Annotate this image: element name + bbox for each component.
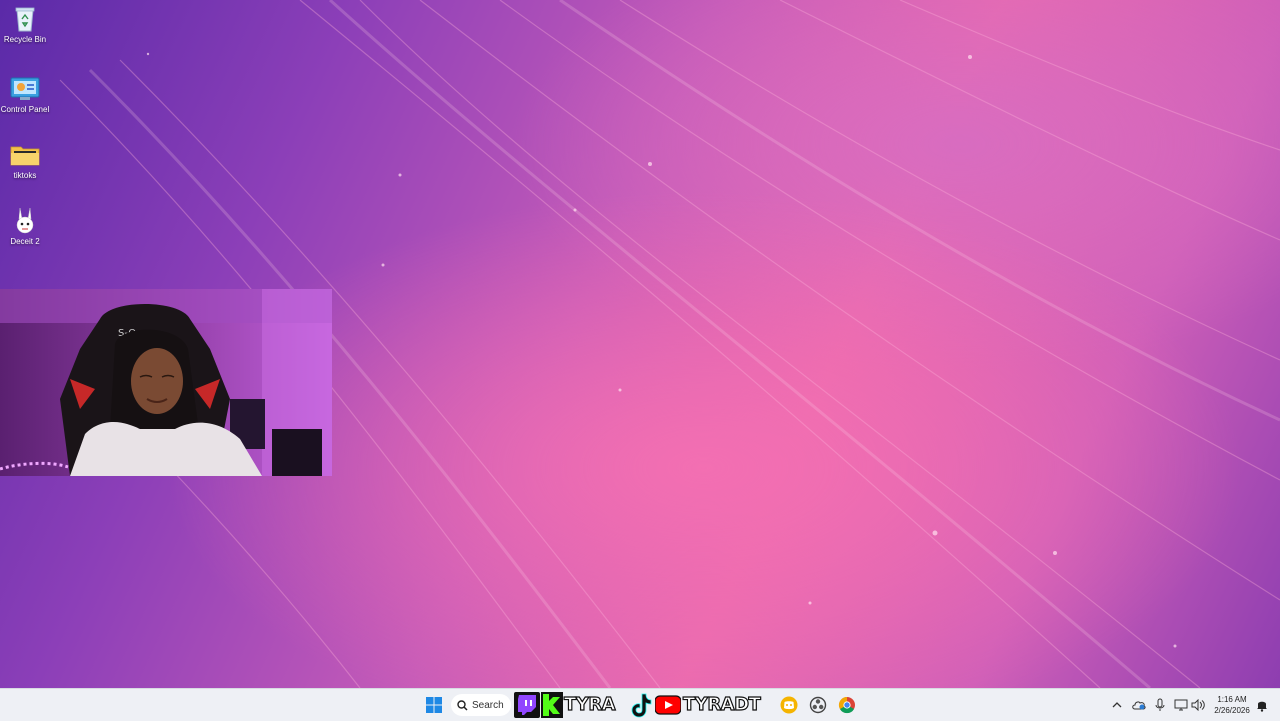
recycle-bin-icon	[10, 5, 40, 33]
tray-volume[interactable]	[1190, 693, 1206, 717]
control-panel-icon	[10, 75, 40, 103]
network-icon	[1174, 699, 1188, 711]
tray-microphone[interactable]	[1152, 693, 1168, 717]
desktop-icon-control-panel[interactable]: Control Panel	[0, 70, 50, 114]
search-icon	[457, 699, 468, 711]
kick-handle: TYRA	[563, 693, 616, 715]
desktop-icon-label: Recycle Bin	[3, 35, 47, 44]
tray-network[interactable]	[1173, 693, 1189, 717]
start-button[interactable]	[422, 693, 446, 717]
chrome-button[interactable]	[836, 693, 858, 717]
discord-button[interactable]	[778, 693, 800, 717]
youtube-handle: TYRADT	[682, 693, 761, 715]
folder-icon	[10, 141, 40, 169]
chevron-up-icon	[1112, 702, 1122, 708]
desktop-icon-tiktoks[interactable]: tiktoks	[0, 136, 50, 180]
cloud-icon	[1132, 701, 1146, 710]
twitch-icon	[514, 692, 540, 718]
desktop-icon-deceit-2[interactable]: Deceit 2	[0, 202, 50, 246]
obs-icon	[809, 696, 827, 714]
clock-date: 2/26/2026	[1214, 706, 1250, 715]
webcam-overlay: S-O	[0, 289, 332, 476]
youtube-icon	[655, 693, 681, 717]
notifications-button[interactable]	[1254, 693, 1270, 717]
chrome-icon	[838, 696, 855, 714]
tiktok-icon	[630, 692, 652, 718]
taskbar-clock[interactable]: 1:16 AM 2/26/2026	[1208, 694, 1256, 716]
windows-logo-icon	[426, 697, 442, 713]
clock-time: 1:16 AM	[1217, 695, 1247, 704]
taskbar-search[interactable]: Search	[451, 694, 511, 716]
desktop-icon-label: Control Panel	[0, 105, 50, 114]
search-label: Search	[472, 699, 504, 711]
volume-icon	[1191, 699, 1205, 711]
desktop-icon-label: Deceit 2	[10, 237, 40, 246]
obs-button[interactable]	[807, 693, 829, 717]
kick-icon	[541, 692, 563, 718]
desktop-icon-recycle-bin[interactable]: Recycle Bin	[0, 0, 50, 44]
tray-onedrive[interactable]	[1130, 693, 1148, 717]
tray-overflow-button[interactable]	[1110, 693, 1124, 717]
taskbar: Search TYRA TYRADT 1:16 AM 2/26/2026	[0, 688, 1280, 721]
desktop-icon-label: tiktoks	[13, 171, 37, 180]
microphone-icon	[1155, 698, 1165, 711]
bell-icon	[1257, 701, 1267, 712]
webcam-feed-image: S-O	[0, 289, 332, 476]
deceit-bunny-icon	[10, 207, 40, 235]
discord-icon	[780, 696, 798, 714]
